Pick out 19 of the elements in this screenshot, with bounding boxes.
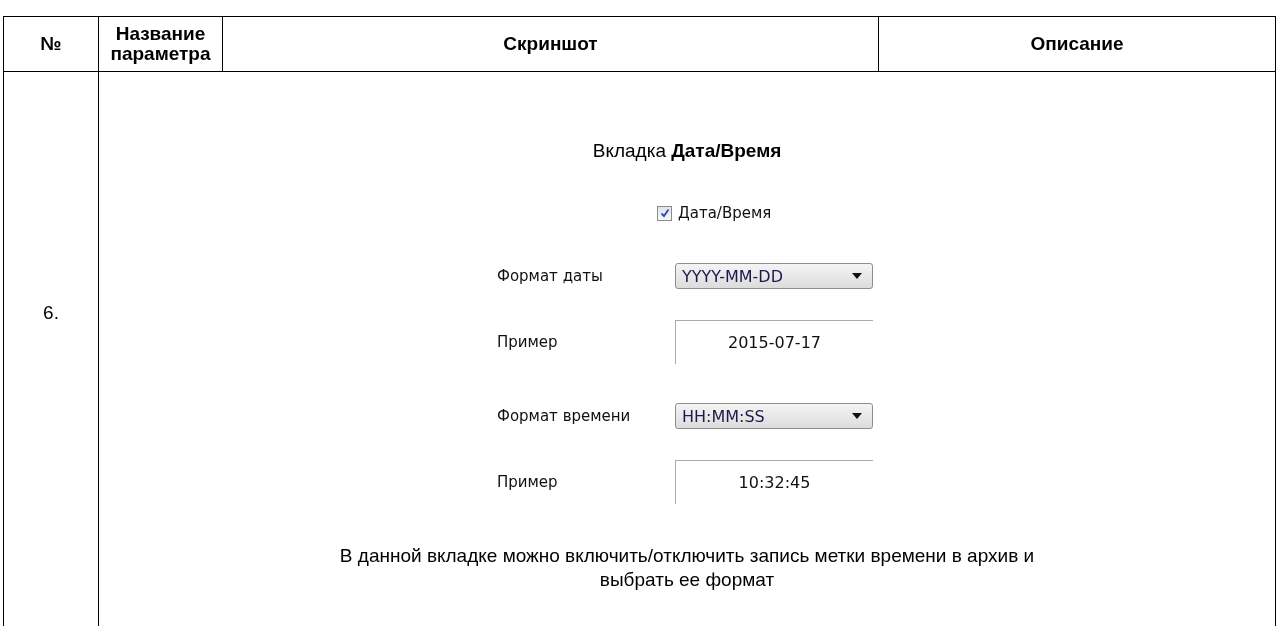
example-field: 2015-07-17: [675, 320, 873, 364]
field-label: Пример: [497, 333, 559, 351]
caret-icon: [852, 273, 862, 279]
dropdown[interactable]: HH:MM:SS: [675, 403, 873, 429]
row-number: 6.: [43, 302, 59, 324]
checkbox-label: Дата/Время: [678, 204, 772, 222]
field-label: Формат даты: [497, 267, 604, 285]
column-header: №: [4, 17, 99, 72]
column-header: Скриншот: [223, 17, 879, 72]
description-text: В данной вкладке можно включить/отключить запись метки времени в архив и выбрать ее формат: [338, 544, 1036, 592]
field-label: Формат времени: [497, 407, 632, 425]
dropdown[interactable]: YYYY-MM-DD: [675, 263, 873, 289]
caret-icon: [852, 413, 862, 419]
column-header: Описание: [879, 17, 1276, 72]
example-field: 10:32:45: [675, 460, 873, 504]
field-label: Пример: [497, 473, 559, 491]
tab-caption: Вкладка Дата/Время: [592, 140, 782, 162]
column-header: Название параметра: [99, 17, 223, 72]
checkbox[interactable]: [657, 205, 672, 221]
